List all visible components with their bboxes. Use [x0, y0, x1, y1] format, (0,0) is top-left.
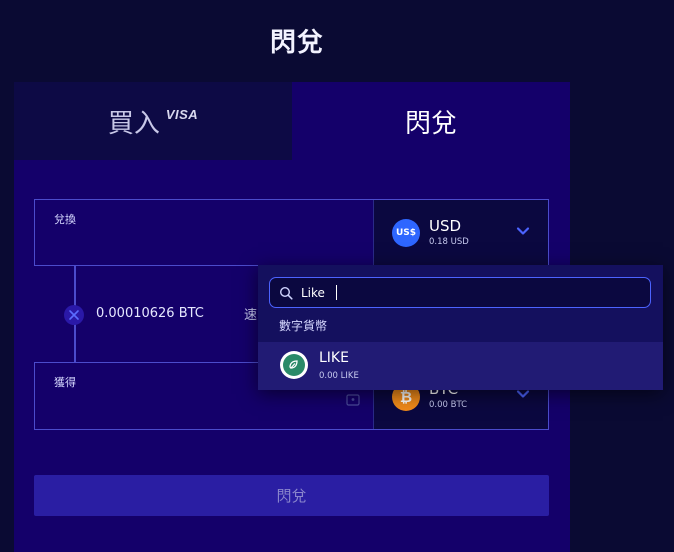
- lock-icon: [346, 394, 360, 406]
- tab-swap[interactable]: 閃兌: [292, 82, 570, 160]
- usd-coin-icon: US$: [392, 219, 420, 247]
- from-currency-code: USD: [429, 217, 462, 235]
- tab-buy-label: 買入: [107, 108, 160, 139]
- currency-search-field[interactable]: [269, 277, 651, 308]
- text-cursor: [336, 285, 337, 300]
- swap-button[interactable]: 閃兌: [34, 475, 549, 516]
- from-amount-field[interactable]: 兌換 US$ USD 0.18 USD: [34, 199, 549, 266]
- visa-badge: VISA: [165, 106, 199, 122]
- section-label: 數字貨幣: [279, 319, 328, 333]
- currency-option-like[interactable]: LIKE 0.00 LIKE: [258, 342, 663, 390]
- to-label: 獲得: [54, 376, 76, 389]
- search-input[interactable]: [301, 283, 631, 303]
- to-currency-balance: 0.00 BTC: [429, 400, 468, 410]
- search-icon: [279, 286, 293, 300]
- close-icon: [64, 305, 84, 325]
- from-currency-balance: 0.18 USD: [429, 237, 469, 247]
- rate-trailing-text: 速: [244, 308, 258, 323]
- option-balance: 0.00 LIKE: [319, 371, 359, 381]
- chevron-down-icon: [516, 227, 530, 235]
- swap-button-label: 閃兌: [276, 487, 307, 505]
- tab-buy[interactable]: 買入 VISA: [14, 82, 292, 160]
- option-code: LIKE: [319, 350, 349, 366]
- currency-dropdown: 數字貨幣 LIKE 0.00 LIKE: [258, 265, 663, 390]
- page-title: 閃兌: [269, 28, 324, 58]
- exchange-rate: 0.00010626 BTC: [96, 306, 204, 321]
- likecoin-icon: [280, 351, 308, 379]
- tab-swap-label: 閃兌: [404, 108, 457, 139]
- from-currency-selector[interactable]: US$ USD 0.18 USD: [373, 200, 548, 265]
- from-label: 兌換: [54, 213, 76, 226]
